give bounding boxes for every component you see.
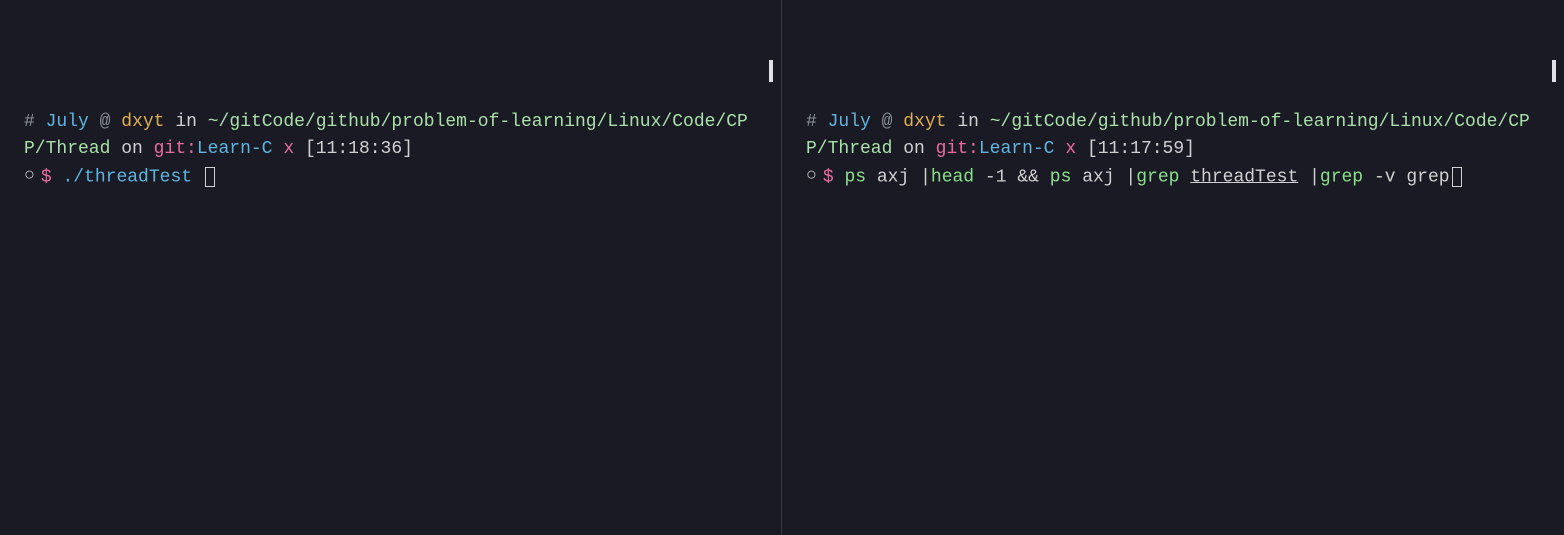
prompt-on: on bbox=[121, 139, 143, 159]
prompt-bullet-icon: ○ bbox=[24, 163, 35, 190]
prompt-branch: Learn-C bbox=[197, 139, 273, 159]
prompt-git: git: bbox=[154, 139, 197, 159]
cmd-pipe: | bbox=[920, 167, 931, 187]
prompt-time: [11:17:59] bbox=[1087, 139, 1195, 159]
prompt-host: dxyt bbox=[121, 112, 164, 132]
cmd-pipe: | bbox=[1309, 167, 1320, 187]
prompt-hash: # bbox=[806, 112, 817, 132]
cmd-arg: axj bbox=[877, 167, 909, 187]
prompt-dollar: $ bbox=[823, 167, 834, 187]
prompt-hash: # bbox=[24, 112, 35, 132]
prompt-in: in bbox=[175, 112, 197, 132]
cmd-and: && bbox=[1017, 167, 1039, 187]
prompt-at: @ bbox=[882, 112, 893, 132]
command-line-left[interactable]: ○ $ ./threadTest bbox=[24, 163, 757, 191]
cmd-threadtest: threadTest bbox=[1190, 167, 1298, 187]
prompt-git: git: bbox=[936, 139, 979, 159]
scroll-indicator-left bbox=[769, 60, 773, 82]
cmd-arg: -1 bbox=[985, 167, 1007, 187]
prompt-user: July bbox=[46, 112, 89, 132]
prompt-host: dxyt bbox=[903, 112, 946, 132]
prompt-bullet-icon: ○ bbox=[806, 163, 817, 190]
prompt-dollar: $ bbox=[41, 167, 52, 187]
prompt-branch: Learn-C bbox=[979, 139, 1055, 159]
command-line-right[interactable]: ○$ ps axj |head -1 && ps axj |grep threa… bbox=[806, 163, 1540, 191]
prompt-status: x bbox=[1065, 139, 1076, 159]
prompt-user: July bbox=[828, 112, 871, 132]
cmd-arg: grep bbox=[1406, 167, 1449, 187]
prompt-in: in bbox=[957, 112, 979, 132]
command-text: ./threadTest bbox=[62, 167, 192, 187]
cmd-grep: grep bbox=[1136, 167, 1179, 187]
terminal-pane-right[interactable]: # July @ dxyt in ~/gitCode/github/proble… bbox=[782, 0, 1564, 535]
cursor-icon bbox=[205, 167, 215, 187]
cmd-grep: grep bbox=[1320, 167, 1363, 187]
cmd-ps: ps bbox=[844, 167, 866, 187]
prompt-on: on bbox=[903, 139, 925, 159]
cmd-arg: axj bbox=[1082, 167, 1114, 187]
cmd-pipe: | bbox=[1125, 167, 1136, 187]
cmd-ps: ps bbox=[1050, 167, 1072, 187]
prompt-status: x bbox=[283, 139, 294, 159]
prompt-at: @ bbox=[100, 112, 111, 132]
cmd-arg: -v bbox=[1374, 167, 1396, 187]
cursor-icon bbox=[1452, 167, 1462, 187]
prompt-line-right: # July @ dxyt in ~/gitCode/github/proble… bbox=[806, 109, 1540, 163]
cmd-head: head bbox=[931, 167, 974, 187]
terminal-pane-left[interactable]: # July @ dxyt in ~/gitCode/github/proble… bbox=[0, 0, 782, 535]
prompt-time: [11:18:36] bbox=[305, 139, 413, 159]
scroll-indicator-right bbox=[1552, 60, 1556, 82]
prompt-line-left: # July @ dxyt in ~/gitCode/github/proble… bbox=[24, 109, 757, 163]
